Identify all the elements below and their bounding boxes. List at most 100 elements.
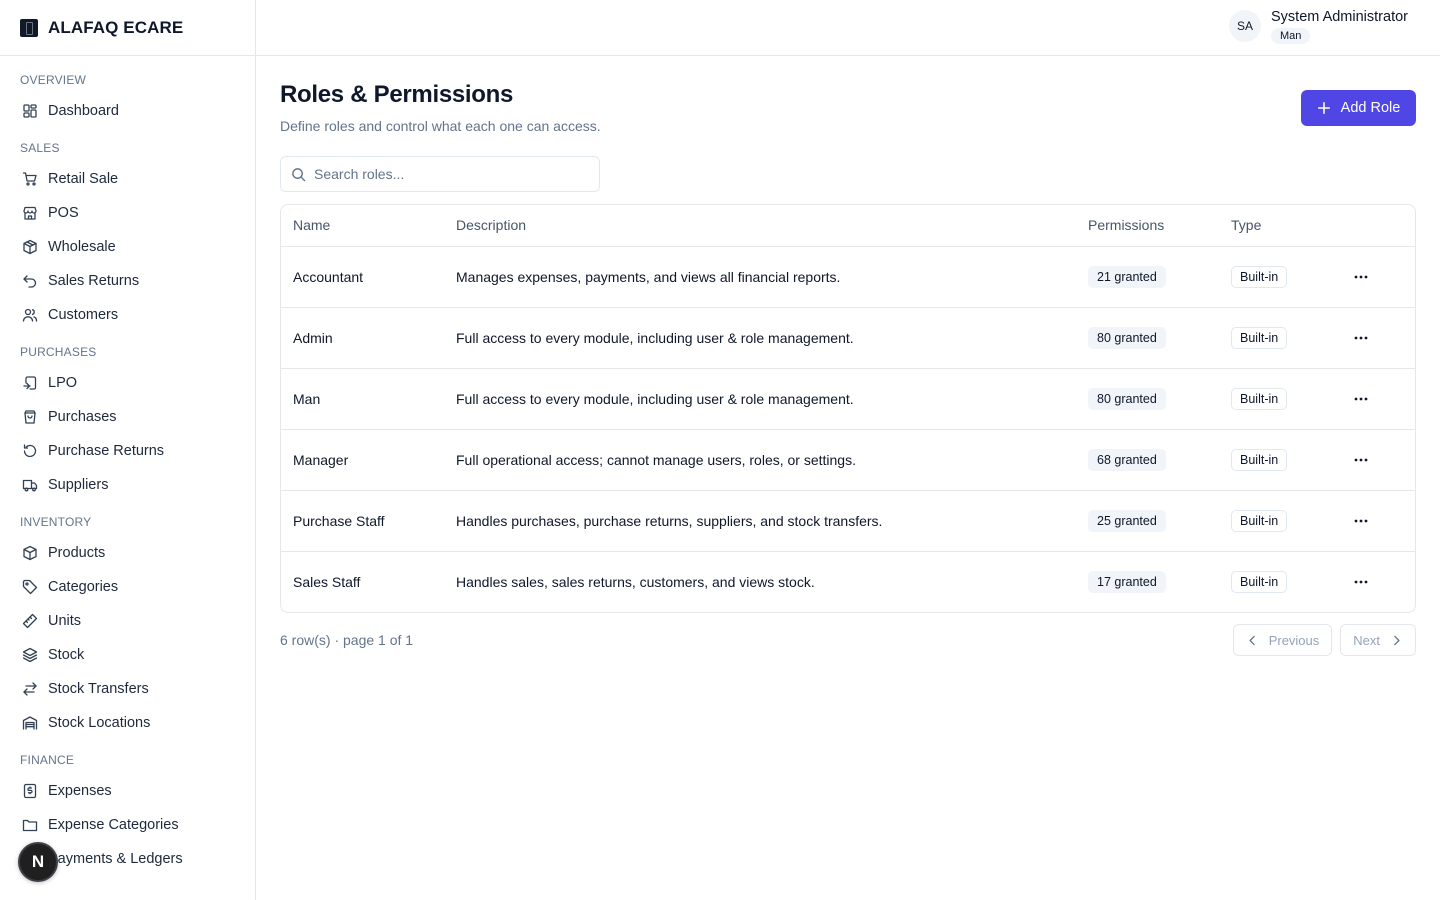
column-header-permissions[interactable]: Permissions xyxy=(1088,205,1231,247)
table-row[interactable]: Sales Staff Handles sales, sales returns,… xyxy=(281,551,1415,612)
row-actions-button[interactable] xyxy=(1347,568,1375,596)
column-header-type[interactable]: Type xyxy=(1231,205,1347,247)
plus-icon xyxy=(1317,101,1330,115)
type-badge: Built-in xyxy=(1231,265,1288,288)
top-bar: SA System Administrator Man xyxy=(256,0,1440,56)
sidebar-item-label: Retail Sale xyxy=(48,171,119,187)
roles-table: Name Description Permissions Type Accoun… xyxy=(280,204,1416,613)
sidebar-item-customers[interactable]: Customers xyxy=(0,298,255,332)
row-actions-button[interactable] xyxy=(1347,446,1375,474)
role-description: Handles sales, sales returns, customers,… xyxy=(456,573,815,590)
avatar[interactable]: SA xyxy=(1229,10,1261,42)
row-actions-button[interactable] xyxy=(1347,385,1375,413)
sidebar-item-label: Sales Returns xyxy=(48,273,140,289)
type-badge: Built-in xyxy=(1231,509,1288,532)
sidebar-item-pos[interactable]: POS xyxy=(0,196,255,230)
sidebar-item-stock-locations[interactable]: Stock Locations xyxy=(0,706,255,740)
sidebar-item-categories[interactable]: Categories xyxy=(0,570,255,604)
sidebar-item-stock-transfers[interactable]: Stock Transfers xyxy=(0,672,255,706)
permissions-cell: 80 granted xyxy=(1088,368,1231,430)
table-row[interactable]: Accountant Manages expenses, payments, an… xyxy=(281,246,1415,308)
type-cell: Built-in xyxy=(1231,307,1347,369)
sidebar-item-dashboard[interactable]: Dashboard xyxy=(0,94,255,128)
logo-icon xyxy=(20,18,38,37)
column-header-name[interactable]: Name xyxy=(281,205,456,247)
pagination: Previous Next xyxy=(1225,624,1416,656)
permissions-cell: 21 granted xyxy=(1088,246,1231,308)
column-header-actions xyxy=(1347,205,1415,247)
more-horizontal-icon xyxy=(1354,336,1368,339)
truck-icon xyxy=(22,479,38,492)
actions-cell xyxy=(1347,429,1415,491)
sidebar-item-label: Stock Locations xyxy=(48,715,151,731)
add-role-button[interactable]: Add Role xyxy=(1301,90,1416,126)
actions-cell xyxy=(1347,368,1415,430)
role-description: Full access to every module, including u… xyxy=(456,368,1088,430)
sidebar-item-purchases[interactable]: Purchases xyxy=(0,400,255,434)
previous-button[interactable]: Previous xyxy=(1232,624,1333,656)
role-name: Man xyxy=(281,368,456,430)
package-icon xyxy=(23,239,37,255)
next-label: Next xyxy=(1353,632,1380,648)
sidebar-item-label: POS xyxy=(48,205,79,221)
sidebar-item-retail-sale[interactable]: Retail Sale xyxy=(0,162,255,196)
row-actions-button[interactable] xyxy=(1347,507,1375,535)
nav-section-inventory: INVENTORY xyxy=(20,515,92,529)
type-badge: Built-in xyxy=(1231,448,1288,471)
actions-cell xyxy=(1347,246,1415,308)
table-row[interactable]: Purchase Staff Handles purchases, purchas… xyxy=(281,490,1415,552)
row-actions-button[interactable] xyxy=(1347,324,1375,352)
sidebar-item-stock[interactable]: Stock xyxy=(0,638,255,672)
table-row[interactable]: Manager Full operational access; cannot m… xyxy=(281,429,1415,491)
sidebar-item-expense-categories[interactable]: Expense Categories xyxy=(0,808,255,842)
permissions-badge: 25 granted xyxy=(1088,509,1166,532)
permissions-cell: 68 granted xyxy=(1088,429,1231,491)
permissions-badge: 17 granted xyxy=(1088,570,1166,593)
sidebar-item-purchase-returns[interactable]: Purchase Returns xyxy=(0,434,255,468)
sidebar-item-label: Units xyxy=(48,613,82,629)
more-horizontal-icon xyxy=(1354,580,1368,584)
floating-n-badge[interactable]: N xyxy=(18,842,58,882)
dashboard-icon xyxy=(23,104,37,118)
type-badge: Built-in xyxy=(1231,570,1288,593)
sidebar-nav: OVERVIEW Dashboard SALES Retail Sale POS Whol… xyxy=(0,56,255,876)
sidebar-item-lpo[interactable]: LPO xyxy=(0,366,255,400)
layers-icon xyxy=(22,647,38,663)
ruler-icon xyxy=(22,613,38,629)
row-actions-button[interactable] xyxy=(1347,263,1375,291)
page-subtitle: Define roles and control what each one c… xyxy=(280,118,601,134)
sidebar-item-label: Payments & Ledgers xyxy=(48,851,183,867)
sidebar-item-wholesale[interactable]: Wholesale xyxy=(0,230,255,264)
tag-icon xyxy=(22,579,38,595)
sidebar-item-suppliers[interactable]: Suppliers xyxy=(0,468,255,502)
actions-cell xyxy=(1347,490,1415,552)
role-description: Full operational access; cannot manage u… xyxy=(456,429,1088,491)
more-horizontal-icon xyxy=(1354,458,1368,461)
app-name: ALAFAQ ECARE xyxy=(48,17,184,37)
table-row[interactable]: Admin Full access to every module, includ… xyxy=(281,307,1415,369)
sidebar-item-sales-returns[interactable]: Sales Returns xyxy=(0,264,255,298)
role-name: Sales Staff xyxy=(293,573,361,590)
search-input[interactable] xyxy=(314,166,584,182)
sidebar-item-products[interactable]: Products xyxy=(0,536,255,570)
role-name: Accountant xyxy=(281,246,456,308)
type-cell: Built-in xyxy=(1231,429,1347,491)
brand[interactable]: ALAFAQ ECARE xyxy=(0,0,255,56)
table-row[interactable]: Man Full access to every module, includin… xyxy=(281,368,1415,430)
column-header-description[interactable]: Description xyxy=(456,205,1088,247)
user-menu[interactable]: SA System Administrator Man xyxy=(1229,8,1408,44)
role-name: Manager xyxy=(281,429,456,491)
next-button[interactable]: Next xyxy=(1340,624,1416,656)
sidebar-item-label: Categories xyxy=(48,579,119,595)
sidebar-item-units[interactable]: Units xyxy=(0,604,255,638)
sidebar-item-expenses[interactable]: Expenses xyxy=(0,774,255,808)
nav-section-finance: FINANCE xyxy=(20,753,75,767)
warehouse-icon xyxy=(22,716,38,730)
table-header-row: Name Description Permissions Type xyxy=(281,205,1415,247)
type-cell: Built-in xyxy=(1231,490,1347,552)
sidebar-item-label: Purchase Returns xyxy=(48,443,165,459)
more-horizontal-icon xyxy=(1354,519,1368,522)
permissions-cell: 17 granted xyxy=(1088,551,1231,612)
rotate-icon xyxy=(23,444,37,458)
permissions-badge: 80 granted xyxy=(1088,387,1166,410)
